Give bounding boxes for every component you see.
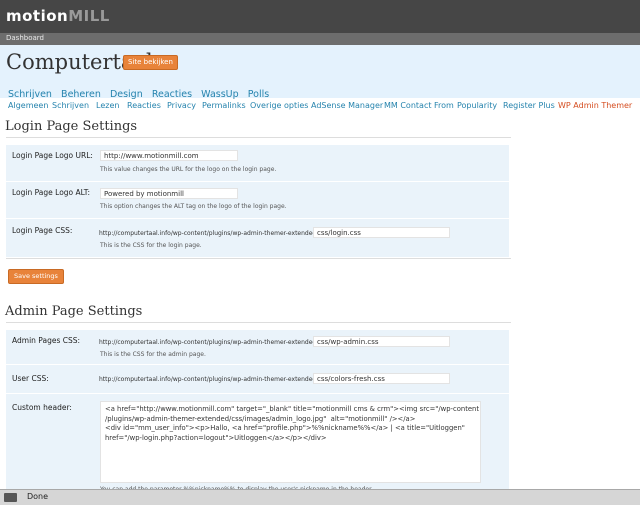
row-login-logo-url: Login Page Logo URL: http://www.motionmi…: [6, 145, 509, 182]
user-css-prefix: http://computertaal.info/wp-content/plug…: [99, 376, 319, 383]
subnav-reacties[interactable]: Reacties: [127, 101, 161, 110]
admin-settings-heading: Admin Page Settings: [5, 304, 143, 319]
custom-header-label: Custom header:: [12, 403, 72, 412]
heading-divider: [6, 322, 511, 323]
row-login-css: Login Page CSS: http://computertaal.info…: [6, 219, 509, 258]
user-css-input[interactable]: css/colors-fresh.css: [313, 373, 450, 384]
admin-pages-css-input[interactable]: css/wp-admin.css: [313, 336, 450, 347]
status-icon: [4, 493, 17, 502]
login-css-input[interactable]: css/login.css: [313, 227, 450, 238]
login-css-prefix: http://computertaal.info/wp-content/plug…: [99, 230, 319, 237]
subnav-mm-contact-from[interactable]: MM Contact From: [384, 101, 454, 110]
row-custom-header: Custom header: <a href="http://www.motio…: [6, 394, 509, 493]
subnav-register-plus[interactable]: Register Plus: [503, 101, 555, 110]
row-user-css: User CSS: http://computertaal.info/wp-co…: [6, 365, 509, 394]
view-site-button[interactable]: Site bekijken: [123, 55, 178, 70]
login-logo-url-label: Login Page Logo URL:: [12, 151, 93, 160]
heading-divider: [6, 137, 511, 138]
subnav-wp-admin-themer[interactable]: WP Admin Themer: [558, 101, 632, 110]
logo-text-part2: MILL: [68, 7, 110, 25]
login-logo-alt-desc: This option changes the ALT tag on the l…: [100, 203, 287, 210]
dashboard-bar: Dashboard: [0, 33, 640, 45]
login-logo-alt-input[interactable]: Powered by motionmill: [100, 188, 238, 199]
save-settings-button[interactable]: Save settings: [8, 269, 64, 284]
subnav-schrijven[interactable]: Schrijven: [52, 101, 89, 110]
subnav-permalinks[interactable]: Permalinks: [202, 101, 246, 110]
user-css-label: User CSS:: [12, 374, 49, 383]
subnav-lezen[interactable]: Lezen: [96, 101, 119, 110]
motionmill-logo[interactable]: motionMILL: [6, 7, 110, 25]
logo-text-part1: motion: [6, 7, 69, 25]
dashboard-link[interactable]: Dashboard: [6, 34, 44, 42]
subnav-algemeen[interactable]: Algemeen: [8, 101, 48, 110]
form-divider: [6, 258, 511, 259]
custom-header-textarea[interactable]: <a href="http://www.motionmill.com" targ…: [100, 401, 481, 483]
login-logo-url-input[interactable]: http://www.motionmill.com: [100, 150, 238, 161]
login-logo-url-desc: This value changes the URL for the logo …: [100, 166, 277, 173]
row-login-logo-alt: Login Page Logo ALT: Powered by motionmi…: [6, 182, 509, 219]
status-text: Done: [27, 492, 49, 501]
admin-pages-css-prefix: http://computertaal.info/wp-content/plug…: [99, 339, 319, 346]
settings-sub-nav: Algemeen Schrijven Lezen Reacties Privac…: [0, 98, 640, 114]
login-settings-heading: Login Page Settings: [5, 119, 138, 134]
login-css-label: Login Page CSS:: [12, 226, 73, 235]
subnav-overige-opties[interactable]: Overige opties: [250, 101, 308, 110]
site-header: Computertaal Site bekijken Schrijven Beh…: [0, 45, 640, 100]
browser-status-bar: Done: [0, 489, 640, 505]
row-admin-pages-css: Admin Pages CSS: http://computertaal.inf…: [6, 330, 509, 365]
admin-pages-css-label: Admin Pages CSS:: [12, 336, 81, 345]
subnav-adsense-manager[interactable]: AdSense Manager: [311, 101, 383, 110]
login-logo-alt-label: Login Page Logo ALT:: [12, 188, 91, 197]
admin-pages-css-desc: This is the CSS for the admin page.: [100, 351, 206, 358]
admin-top-bar: motionMILL: [0, 0, 640, 33]
subnav-popularity[interactable]: Popularity: [457, 101, 497, 110]
login-css-desc: This is the CSS for the login page.: [100, 242, 202, 249]
subnav-privacy[interactable]: Privacy: [167, 101, 196, 110]
